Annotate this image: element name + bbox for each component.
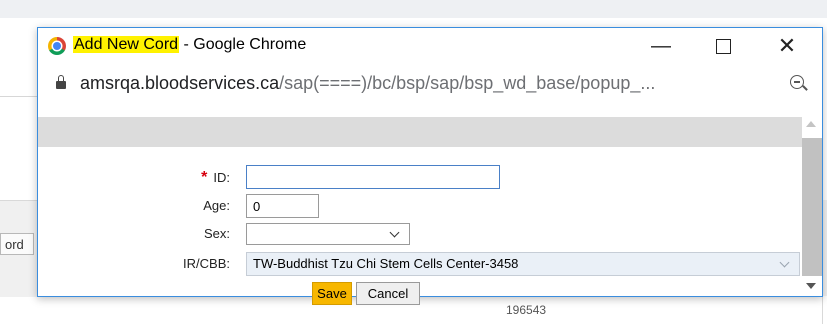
window-title: Add New Cord - Google Chrome [73, 36, 306, 54]
url-path: /sap(====)/bc/bsp/sap/bsp_wd_base/popup_… [279, 73, 656, 93]
sex-dropdown[interactable] [246, 223, 410, 245]
background-number: 196543 [506, 303, 547, 317]
background-divider [0, 96, 40, 97]
address-bar[interactable]: amsrqa.bloodservices.ca/sap(====)/bc/bsp… [38, 64, 822, 105]
title-bar[interactable]: Add New Cord - Google Chrome — ✕ [38, 28, 822, 64]
id-label-wrap: * ID: [150, 169, 230, 187]
age-label: Age: [203, 198, 230, 213]
id-label: ID: [213, 170, 230, 185]
scrollbar-thumb[interactable] [802, 138, 822, 276]
lock-icon[interactable] [56, 75, 66, 89]
scroll-up-arrow[interactable] [806, 121, 816, 127]
maximize-icon [715, 39, 731, 55]
popup-content: * ID: Age: Sex: IR/CBB: TW-Buddhist Tzu C… [38, 105, 822, 305]
chevron-down-icon [389, 227, 400, 238]
cancel-button[interactable]: Cancel [356, 282, 420, 305]
ircbb-dropdown[interactable]: TW-Buddhist Tzu Chi Stem Cells Center-34… [246, 252, 800, 276]
chrome-icon [48, 37, 66, 55]
minimize-button[interactable]: — [638, 30, 684, 62]
scroll-down-arrow[interactable] [806, 283, 816, 289]
ircbb-label: IR/CBB: [183, 256, 230, 271]
url-host: amsrqa.bloodservices.ca [80, 73, 280, 93]
close-button[interactable]: ✕ [764, 30, 810, 62]
zoom-icon[interactable] [790, 75, 804, 89]
background-tab[interactable]: ord [0, 233, 34, 255]
url-text[interactable]: amsrqa.bloodservices.ca/sap(====)/bc/bsp… [80, 73, 655, 94]
id-input[interactable] [246, 165, 500, 189]
background-top-band [0, 0, 827, 18]
ircbb-value: TW-Buddhist Tzu Chi Stem Cells Center-34… [253, 256, 519, 271]
popup-window: Add New Cord - Google Chrome — ✕ amsrqa.… [37, 27, 823, 305]
required-marker: * [201, 169, 208, 186]
sex-label: Sex: [203, 226, 230, 241]
content-header-bar [38, 117, 802, 147]
age-input[interactable] [246, 194, 319, 218]
maximize-button[interactable] [700, 30, 746, 62]
window-title-highlight: Add New Cord [73, 36, 180, 53]
save-button[interactable]: Save [312, 282, 352, 305]
window-title-suffix: - Google Chrome [179, 36, 307, 53]
chevron-down-icon [779, 257, 790, 268]
